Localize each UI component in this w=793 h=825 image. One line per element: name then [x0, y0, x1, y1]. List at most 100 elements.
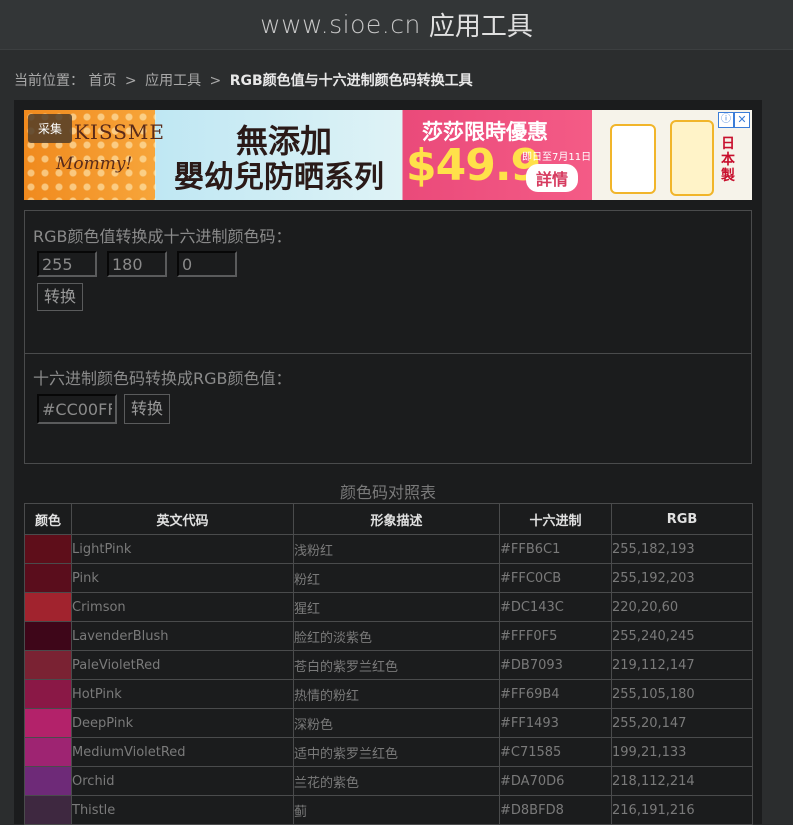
color-hex-cell: #FFB6C1: [499, 534, 612, 564]
color-hex-cell: #FFC0CB: [499, 563, 612, 593]
color-swatch: [24, 679, 72, 709]
green-input[interactable]: [107, 251, 167, 277]
ad-date: 即日至7月11日: [522, 152, 592, 163]
color-swatch: [24, 708, 72, 738]
color-name-cell: MediumVioletRed: [71, 737, 294, 767]
color-hex-cell: #DA70D6: [499, 766, 612, 796]
color-hex-cell: #DB7093: [499, 650, 612, 680]
table-row: Pink 粉红 #FFC0CB 255,192,203: [24, 563, 753, 593]
color-description-cell: 兰花的紫色: [293, 766, 500, 796]
color-name-cell: HotPink: [71, 679, 294, 709]
color-name-cell: Thistle: [71, 795, 294, 825]
color-hex-cell: #DC143C: [499, 592, 612, 622]
table-row: DeepPink 深粉色 #FF1493 255,20,147: [24, 708, 753, 738]
color-description-cell: 蓟: [293, 795, 500, 825]
ad-product-image: [610, 124, 656, 194]
ad-price: $49.9: [406, 140, 541, 191]
color-hex-cell: #FFF0F5: [499, 621, 612, 651]
color-swatch: [24, 795, 72, 825]
color-rgb-cell: 255,20,147: [611, 708, 753, 738]
table-row: LavenderBlush 脸红的淡紫色 #FFF0F5 255,240,245: [24, 621, 753, 651]
table-row: PaleVioletRed 苍白的紫罗兰红色 #DB7093 219,112,147: [24, 650, 753, 680]
color-swatch: [24, 592, 72, 622]
table-row: Crimson 猩红 #DC143C 220,20,60: [24, 592, 753, 622]
color-rgb-cell: 218,112,214: [611, 766, 753, 796]
ad-product-image: [670, 120, 714, 196]
ad-close-icon[interactable]: ✕: [734, 112, 750, 128]
color-swatch: [24, 621, 72, 651]
site-header: www.sioe.cn 应用工具: [0, 0, 793, 50]
column-header-rgb: RGB: [611, 503, 753, 535]
color-swatch: [24, 766, 72, 796]
color-rgb-cell: 220,20,60: [611, 592, 753, 622]
color-name-cell: DeepPink: [71, 708, 294, 738]
hex-input[interactable]: [37, 394, 117, 424]
hex-convert-button[interactable]: 转换: [124, 394, 171, 424]
column-header-color: 颜色: [24, 503, 72, 535]
ad-subheadline: 嬰幼兒防晒系列: [174, 160, 384, 195]
rgb-to-hex-panel: RGB颜色值转换成十六进制颜色码： 转换: [24, 210, 752, 354]
color-swatch: [24, 563, 72, 593]
color-rgb-cell: 255,240,245: [611, 621, 753, 651]
table-row: HotPink 热情的粉红 #FF69B4 255,105,180: [24, 679, 753, 709]
color-description-cell: 浅粉红: [293, 534, 500, 564]
ad-collect-tag[interactable]: 采集: [28, 114, 73, 143]
color-reference-table: 颜色 英文代码 形象描述 十六进制 RGB LightPink 浅粉红 #FFB6C…: [24, 503, 753, 825]
main-content: KISSME Mommy! 采集 無添加 嬰幼兒防晒系列 莎莎限時優惠 $49.…: [14, 100, 762, 825]
rgb-convert-button[interactable]: 转换: [37, 283, 84, 311]
rgb-to-hex-title: RGB颜色值转换成十六进制颜色码：: [33, 227, 292, 246]
breadcrumb-separator: >: [124, 73, 137, 89]
color-name-cell: LightPink: [71, 534, 294, 564]
color-description-cell: 适中的紫罗兰红色: [293, 737, 500, 767]
color-rgb-cell: 255,182,193: [611, 534, 753, 564]
color-name-cell: Crimson: [71, 592, 294, 622]
site-section-title[interactable]: 应用工具: [429, 6, 533, 43]
hex-to-rgb-title: 十六进制颜色码转换成RGB颜色值：: [33, 369, 292, 388]
color-rgb-cell: 199,21,133: [611, 737, 753, 767]
breadcrumb-home-link[interactable]: 首页: [88, 73, 116, 89]
red-input[interactable]: [37, 251, 97, 277]
ad-origin-label: 日本製: [721, 136, 735, 184]
breadcrumb-current: RGB颜色值与十六进制颜色码转换工具: [229, 73, 473, 89]
ad-detail-button[interactable]: 詳情: [526, 164, 579, 192]
column-header-name: 英文代码: [71, 503, 294, 535]
color-swatch: [24, 737, 72, 767]
ad-brand-logo: KISSME: [74, 120, 165, 144]
color-name-cell: LavenderBlush: [71, 621, 294, 651]
table-row: LightPink 浅粉红 #FFB6C1 255,182,193: [24, 534, 753, 564]
color-description-cell: 粉红: [293, 563, 500, 593]
color-rgb-cell: 255,105,180: [611, 679, 753, 709]
breadcrumb-section-link[interactable]: 应用工具: [145, 73, 201, 89]
color-rgb-cell: 216,191,216: [611, 795, 753, 825]
table-row: MediumVioletRed 适中的紫罗兰红色 #C71585 199,21,133: [24, 737, 753, 767]
table-header-row: 颜色 英文代码 形象描述 十六进制 RGB: [24, 503, 753, 535]
ad-brand-subtitle: Mommy!: [56, 154, 133, 174]
color-hex-cell: #D8BFD8: [499, 795, 612, 825]
color-description-cell: 深粉色: [293, 708, 500, 738]
ad-banner[interactable]: KISSME Mommy! 采集 無添加 嬰幼兒防晒系列 莎莎限時優惠 $49.…: [24, 110, 752, 200]
color-description-cell: 脸红的淡紫色: [293, 621, 500, 651]
breadcrumb-separator: >: [209, 73, 222, 89]
color-name-cell: Orchid: [71, 766, 294, 796]
site-domain[interactable]: www.sioe.cn: [260, 10, 421, 39]
color-swatch: [24, 650, 72, 680]
color-name-cell: Pink: [71, 563, 294, 593]
table-body: LightPink 浅粉红 #FFB6C1 255,182,193 Pink 粉红 #FFC…: [24, 534, 753, 825]
color-hex-cell: #FF69B4: [499, 679, 612, 709]
table-row: Thistle 蓟 #D8BFD8 216,191,216: [24, 795, 753, 825]
ad-info-icon[interactable]: ⓘ: [718, 112, 734, 128]
breadcrumb-prefix: 当前位置：: [14, 73, 84, 89]
hex-to-rgb-panel: 十六进制颜色码转换成RGB颜色值： 转换: [24, 353, 752, 464]
color-rgb-cell: 255,192,203: [611, 563, 753, 593]
color-description-cell: 猩红: [293, 592, 500, 622]
color-hex-cell: #FF1493: [499, 708, 612, 738]
color-rgb-cell: 219,112,147: [611, 650, 753, 680]
column-header-hex: 十六进制: [499, 503, 612, 535]
column-header-description: 形象描述: [293, 503, 500, 535]
color-name-cell: PaleVioletRed: [71, 650, 294, 680]
table-row: Orchid 兰花的紫色 #DA70D6 218,112,214: [24, 766, 753, 796]
color-hex-cell: #C71585: [499, 737, 612, 767]
breadcrumb: 当前位置： 首页 > 应用工具 > RGB颜色值与十六进制颜色码转换工具: [14, 70, 473, 90]
color-swatch: [24, 534, 72, 564]
blue-input[interactable]: [177, 251, 237, 277]
